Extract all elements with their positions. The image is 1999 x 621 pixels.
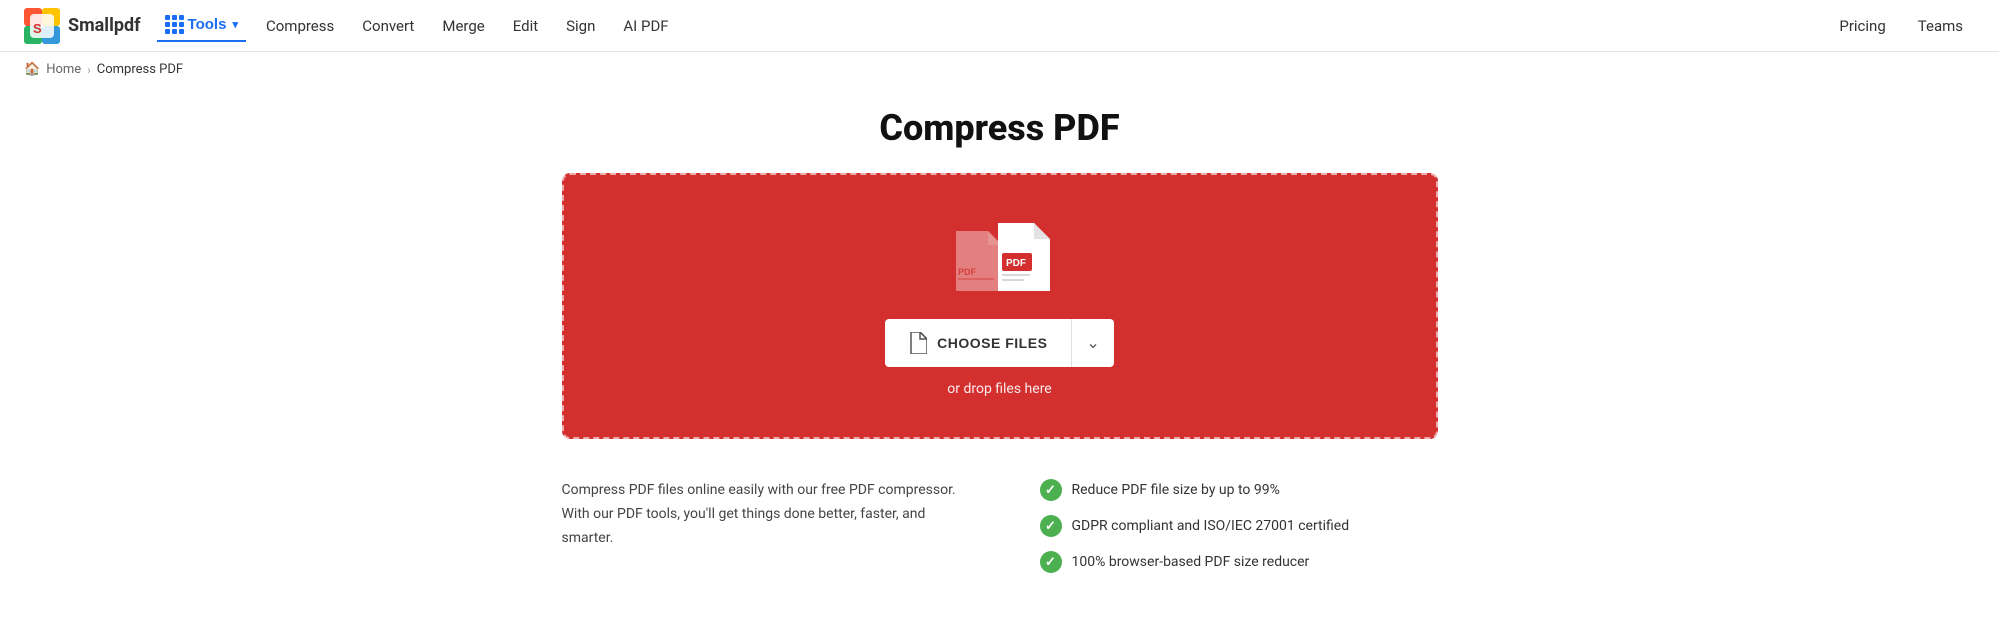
choose-files-label: CHOOSE FILES	[937, 335, 1047, 351]
logo-link[interactable]: S Smallpdf	[24, 8, 141, 44]
feature-item-2: ✓ GDPR compliant and ISO/IEC 27001 certi…	[1040, 515, 1438, 537]
breadcrumb-home[interactable]: Home	[46, 62, 81, 77]
choose-files-main: CHOOSE FILES	[885, 319, 1072, 367]
breadcrumb-separator: ›	[87, 63, 91, 77]
bottom-section: Compress PDF files online easily with ou…	[562, 479, 1438, 573]
feature-item-1: ✓ Reduce PDF file size by up to 99%	[1040, 479, 1438, 501]
pricing-link[interactable]: Pricing	[1827, 11, 1897, 41]
breadcrumb-current: Compress PDF	[97, 62, 183, 77]
header-right: Pricing Teams	[1827, 11, 1975, 41]
feature-item-3: ✓ 100% browser-based PDF size reducer	[1040, 551, 1438, 573]
file-dropzone[interactable]: PDF PDF CHOOSE FILES	[562, 173, 1438, 439]
nav-edit[interactable]: Edit	[501, 11, 550, 41]
nav-compress[interactable]: Compress	[254, 11, 346, 41]
check-icon-2: ✓	[1040, 515, 1062, 537]
drop-hint: or drop files here	[947, 381, 1051, 397]
choose-files-dropdown[interactable]: ⌄	[1072, 319, 1113, 367]
file-icon	[909, 332, 927, 354]
nav-merge[interactable]: Merge	[430, 11, 496, 41]
pdf-icon-group: PDF PDF	[950, 223, 1050, 291]
nav-sign[interactable]: Sign	[554, 11, 607, 41]
logo-icon: S	[24, 8, 60, 44]
home-icon: 🏠	[24, 62, 40, 77]
grid-icon	[165, 15, 184, 34]
page-title: Compress PDF	[879, 107, 1119, 149]
svg-text:PDF: PDF	[1006, 258, 1026, 269]
feature-text-3: 100% browser-based PDF size reducer	[1072, 554, 1310, 570]
chevron-icon: ▾	[232, 18, 238, 31]
features-list: ✓ Reduce PDF file size by up to 99% ✓ GD…	[1040, 479, 1438, 573]
tools-menu-button[interactable]: Tools ▾	[157, 9, 246, 42]
main-nav: Compress Convert Merge Edit Sign AI PDF	[254, 11, 1827, 41]
choose-files-button[interactable]: CHOOSE FILES ⌄	[885, 319, 1114, 367]
breadcrumb: 🏠 Home › Compress PDF	[0, 52, 1999, 87]
header: S Smallpdf Tools ▾ Compress Convert Merg…	[0, 0, 1999, 52]
main-content: Compress PDF PDF PDF	[0, 87, 1999, 613]
feature-text-1: Reduce PDF file size by up to 99%	[1072, 482, 1280, 498]
teams-link[interactable]: Teams	[1906, 11, 1975, 41]
check-icon-1: ✓	[1040, 479, 1062, 501]
nav-convert[interactable]: Convert	[350, 11, 426, 41]
tools-label: Tools	[188, 16, 227, 33]
pdf-front-icon: PDF	[992, 223, 1050, 291]
nav-aipdf[interactable]: AI PDF	[611, 11, 680, 41]
description-text: Compress PDF files online easily with ou…	[562, 479, 960, 550]
svg-text:PDF: PDF	[958, 267, 977, 277]
feature-text-2: GDPR compliant and ISO/IEC 27001 certifi…	[1072, 518, 1350, 534]
svg-text:S: S	[33, 21, 42, 36]
dropdown-chevron-icon: ⌄	[1086, 333, 1099, 353]
logo-text: Smallpdf	[68, 15, 141, 36]
check-icon-3: ✓	[1040, 551, 1062, 573]
